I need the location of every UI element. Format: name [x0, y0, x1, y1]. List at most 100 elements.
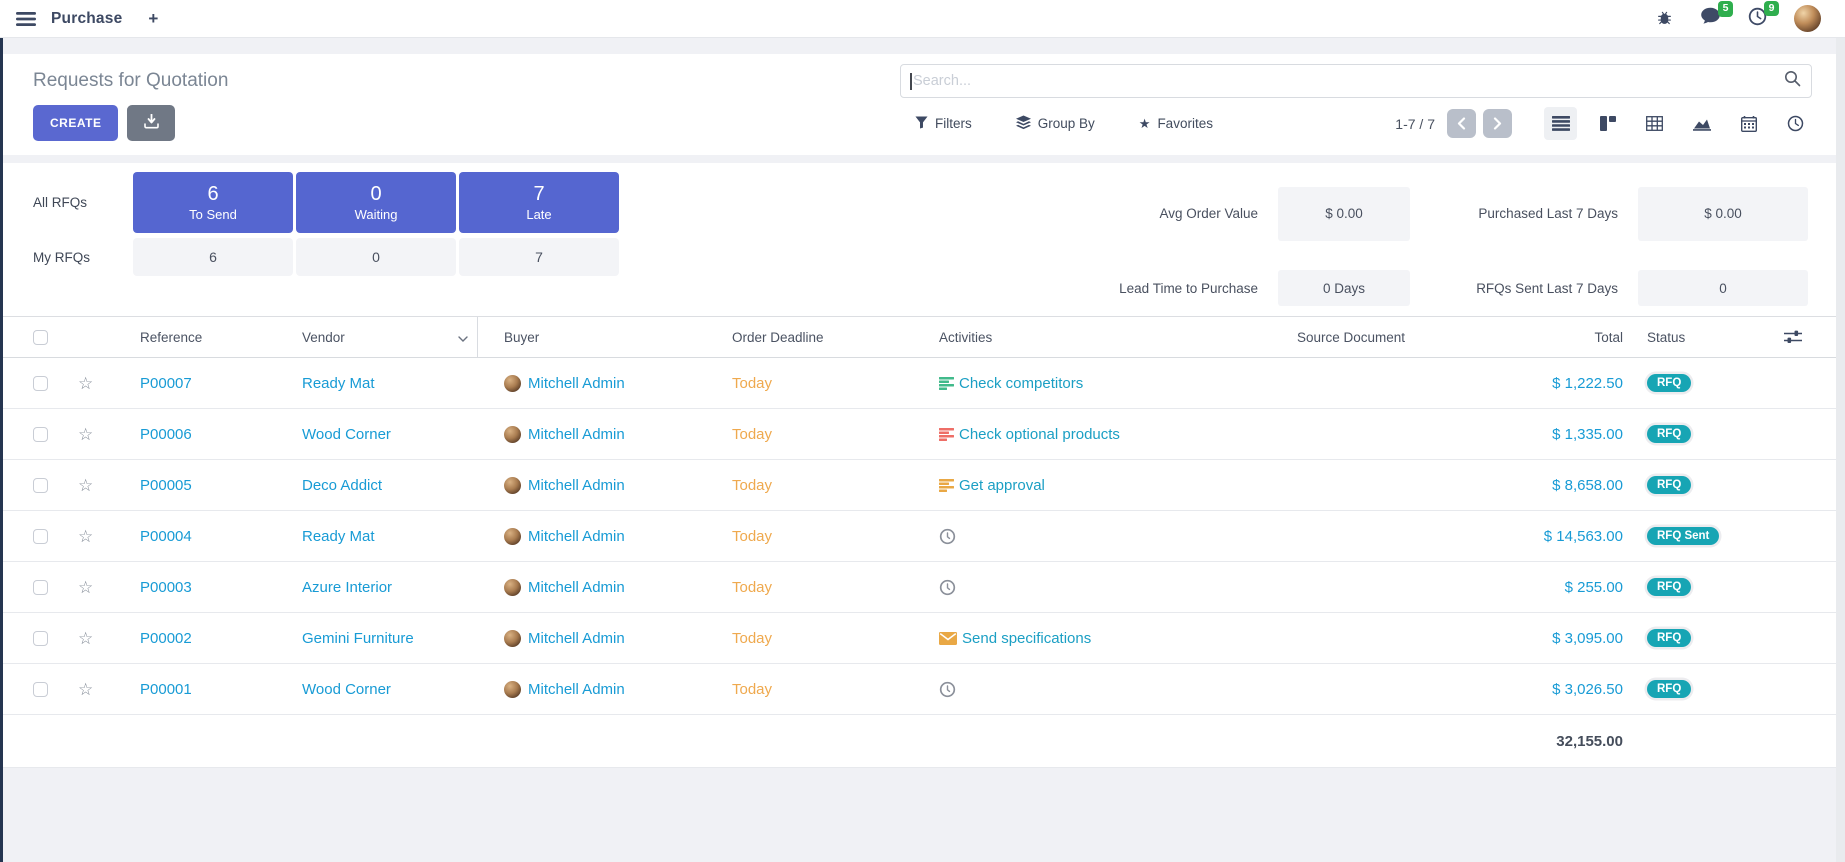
favorite-star-icon[interactable]: ☆ [78, 528, 93, 545]
search-input[interactable] [911, 73, 1784, 89]
rfq-row[interactable]: ☆ P00002 Gemini Furniture Mitchell Admin… [3, 613, 1836, 664]
activities-systray[interactable]: 9 [1748, 7, 1767, 31]
pivot-view-button[interactable] [1638, 107, 1671, 140]
kanban-view-button[interactable] [1591, 107, 1624, 140]
status-badge: RFQ [1647, 425, 1691, 443]
activity-view-button[interactable] [1779, 107, 1812, 140]
favorite-star-icon[interactable]: ☆ [78, 426, 93, 443]
vendor-link[interactable]: Azure Interior [302, 579, 392, 596]
buyer-avatar [504, 681, 521, 698]
messages-systray[interactable]: 5 [1700, 7, 1721, 30]
favorite-star-icon[interactable]: ☆ [78, 630, 93, 647]
favorite-star-icon[interactable]: ☆ [78, 375, 93, 392]
buyer-link[interactable]: Mitchell Admin [528, 528, 625, 545]
rfq-row[interactable]: ☆ P00005 Deco Addict Mitchell Admin Toda… [3, 460, 1836, 511]
reference-link[interactable]: P00005 [140, 477, 192, 494]
activity-cell[interactable]: Get approval [893, 477, 1238, 494]
column-header-order-deadline[interactable]: Order Deadline [703, 317, 893, 357]
activity-label[interactable]: Check competitors [959, 375, 1083, 392]
activity-cell[interactable] [893, 579, 1238, 596]
purchased-last-7-days[interactable]: $ 0.00 [1638, 187, 1808, 241]
row-checkbox[interactable] [33, 682, 48, 697]
activity-cell[interactable]: Send specifications [893, 630, 1238, 647]
column-header-source-document[interactable]: Source Document [1238, 317, 1443, 357]
order-deadline-value: Today [703, 426, 893, 443]
app-name[interactable]: Purchase [51, 10, 122, 28]
my-waiting-card[interactable]: 0 [296, 238, 456, 276]
reference-link[interactable]: P00006 [140, 426, 192, 443]
column-header-status: Status [1633, 317, 1836, 357]
vendor-link[interactable]: Ready Mat [302, 528, 375, 545]
buyer-link[interactable]: Mitchell Admin [528, 426, 625, 443]
vendor-link[interactable]: Wood Corner [302, 426, 391, 443]
vendor-link[interactable]: Deco Addict [302, 477, 382, 494]
activity-cell[interactable] [893, 681, 1238, 698]
column-header-reference[interactable]: Reference [103, 317, 263, 357]
rfq-row[interactable]: ☆ P00007 Ready Mat Mitchell Admin Today … [3, 358, 1836, 409]
column-header-vendor[interactable]: Vendor [263, 317, 478, 357]
avg-order-value[interactable]: $ 0.00 [1278, 187, 1410, 241]
new-tab-icon[interactable]: + [148, 9, 158, 29]
pager-previous-button[interactable] [1447, 109, 1476, 138]
user-avatar[interactable] [1794, 5, 1821, 32]
export-button[interactable] [127, 105, 175, 141]
apps-menu-icon[interactable] [16, 11, 36, 27]
column-header-total[interactable]: Total [1443, 317, 1633, 357]
debug-bug-icon[interactable] [1656, 10, 1673, 27]
waiting-card[interactable]: 0 Waiting [296, 172, 456, 233]
activity-label[interactable]: Check optional products [959, 426, 1120, 443]
column-header-activities[interactable]: Activities [893, 317, 1238, 357]
buyer-link[interactable]: Mitchell Admin [528, 579, 625, 596]
vendor-link[interactable]: Wood Corner [302, 681, 391, 698]
row-checkbox[interactable] [33, 478, 48, 493]
late-card[interactable]: 7 Late [459, 172, 619, 233]
rfq-row[interactable]: ☆ P00003 Azure Interior Mitchell Admin T… [3, 562, 1836, 613]
activity-cell[interactable]: Check competitors [893, 375, 1238, 392]
lead-time-to-purchase[interactable]: 0 Days [1278, 270, 1410, 306]
calendar-view-button[interactable] [1732, 107, 1765, 140]
row-checkbox[interactable] [33, 427, 48, 442]
filters-button[interactable]: Filters [915, 115, 972, 133]
reference-link[interactable]: P00004 [140, 528, 192, 545]
row-checkbox[interactable] [33, 580, 48, 595]
scrollbar-track[interactable] [1836, 38, 1845, 862]
column-header-buyer[interactable]: Buyer [478, 317, 703, 357]
favorite-star-icon[interactable]: ☆ [78, 477, 93, 494]
pager-next-button[interactable] [1483, 109, 1512, 138]
star-column-header [58, 317, 103, 357]
optional-columns-icon[interactable] [1784, 330, 1802, 344]
buyer-link[interactable]: Mitchell Admin [528, 375, 625, 392]
activity-label[interactable]: Send specifications [962, 630, 1091, 647]
row-checkbox[interactable] [33, 631, 48, 646]
row-checkbox[interactable] [33, 376, 48, 391]
buyer-link[interactable]: Mitchell Admin [528, 477, 625, 494]
rfqs-sent-last-7-days[interactable]: 0 [1638, 270, 1808, 306]
reference-link[interactable]: P00003 [140, 579, 192, 596]
favorites-button[interactable]: ★ Favorites [1139, 115, 1213, 133]
rfq-row[interactable]: ☆ P00001 Wood Corner Mitchell Admin Toda… [3, 664, 1836, 715]
activity-cell[interactable]: Check optional products [893, 426, 1238, 443]
rfq-row[interactable]: ☆ P00006 Wood Corner Mitchell Admin Toda… [3, 409, 1836, 460]
reference-link[interactable]: P00001 [140, 681, 192, 698]
buyer-link[interactable]: Mitchell Admin [528, 630, 625, 647]
select-all-checkbox[interactable] [33, 330, 48, 345]
my-late-card[interactable]: 7 [459, 238, 619, 276]
my-to-send-card[interactable]: 6 [133, 238, 293, 276]
reference-link[interactable]: P00002 [140, 630, 192, 647]
to-send-card[interactable]: 6 To Send [133, 172, 293, 233]
buyer-link[interactable]: Mitchell Admin [528, 681, 625, 698]
row-checkbox[interactable] [33, 529, 48, 544]
favorite-star-icon[interactable]: ☆ [78, 579, 93, 596]
search-box[interactable] [900, 64, 1812, 98]
group-by-button[interactable]: Group By [1016, 115, 1095, 133]
create-button[interactable]: CREATE [33, 105, 118, 141]
favorite-star-icon[interactable]: ☆ [78, 681, 93, 698]
list-view-button[interactable] [1544, 107, 1577, 140]
rfq-row[interactable]: ☆ P00004 Ready Mat Mitchell Admin Today … [3, 511, 1836, 562]
vendor-link[interactable]: Ready Mat [302, 375, 375, 392]
activity-label[interactable]: Get approval [959, 477, 1045, 494]
graph-view-button[interactable] [1685, 107, 1718, 140]
activity-cell[interactable] [893, 528, 1238, 545]
vendor-link[interactable]: Gemini Furniture [302, 630, 414, 647]
reference-link[interactable]: P00007 [140, 375, 192, 392]
